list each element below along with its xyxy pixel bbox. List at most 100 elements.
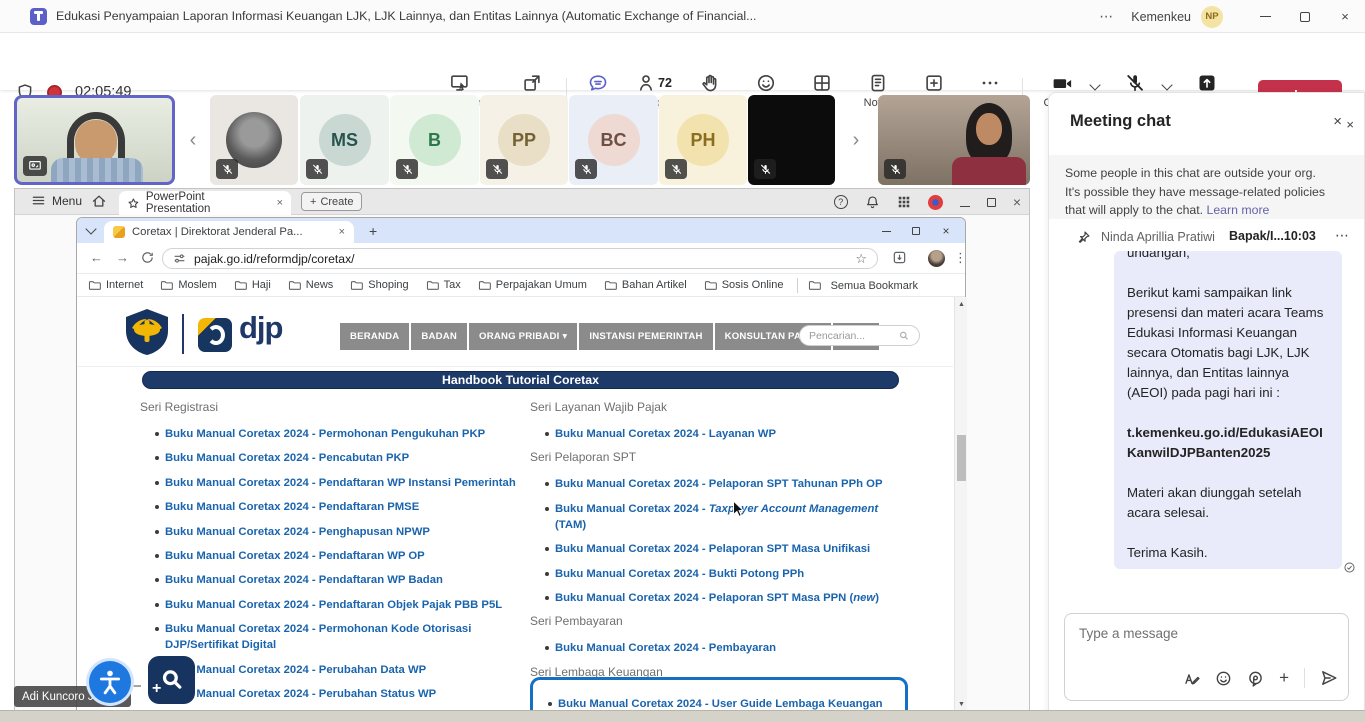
scroll-participants-right-button[interactable]: ›: [846, 124, 866, 156]
bookmark-folder[interactable]: Haji: [234, 279, 271, 292]
browser-menu-kebab-icon[interactable]: ⋮: [954, 250, 967, 266]
address-bar[interactable]: pajak.go.id/reformdjp/coretax/ ☆: [162, 248, 878, 269]
manual-link[interactable]: Buku Manual Coretax 2024 - Bukti Potong …: [555, 566, 912, 582]
manual-link[interactable]: Buku Manual Coretax 2024 - Pendaftaran O…: [165, 597, 522, 613]
site-search-input[interactable]: Pencarian...: [799, 325, 920, 346]
send-icon[interactable]: [1320, 669, 1338, 687]
main-speaker-video[interactable]: [14, 95, 175, 185]
participant-tile[interactable]: MS: [300, 95, 389, 185]
message-link[interactable]: t.kemenkeu.go.id/EdukasiAEOIKanwilDJPBan…: [1127, 423, 1329, 463]
app-restore-button[interactable]: [987, 194, 996, 210]
participant-tile[interactable]: PP: [480, 95, 568, 185]
manual-link[interactable]: Buku Manual Coretax 2024 - Pembayaran: [555, 640, 912, 656]
collapse-widget-icon[interactable]: ^: [163, 698, 168, 709]
site-nav-button[interactable]: ORANG PRIBADI ▾: [469, 323, 577, 350]
browser-profile-avatar[interactable]: [928, 250, 945, 267]
create-button[interactable]: +Create: [301, 192, 362, 211]
manual-link[interactable]: Buku Manual Coretax 2024 - Permohonan Pe…: [165, 426, 522, 442]
browser-tab[interactable]: Coretax | Direktorat Jenderal Pa... ×: [104, 221, 354, 243]
tab-close-icon[interactable]: ×: [277, 197, 283, 209]
manual-link[interactable]: Buku Manual Coretax 2024 - Pelaporan SPT…: [555, 590, 912, 606]
app-menu-button[interactable]: Menu: [31, 193, 82, 208]
site-nav-button[interactable]: INSTANSI PEMERINTAH: [579, 323, 712, 350]
bookmark-folder[interactable]: News: [288, 279, 334, 292]
app-minimize-button[interactable]: [960, 194, 970, 210]
maximize-button[interactable]: [1285, 0, 1325, 33]
emoji-icon[interactable]: [1215, 670, 1232, 687]
manual-link[interactable]: Buku Manual Coretax 2024 - Pendaftaran P…: [165, 499, 522, 515]
camera-options-chevron-icon[interactable]: [1089, 79, 1100, 90]
bookmark-folder[interactable]: Perpajakan Umum: [478, 279, 587, 292]
site-nav-button[interactable]: BADAN: [411, 323, 467, 350]
bookmark-folder[interactable]: Bahan Artikel: [604, 279, 687, 292]
browser-restore-button[interactable]: [907, 222, 925, 240]
manual-link[interactable]: Buku Manual Coretax 2024 - Pelaporan SPT…: [555, 541, 912, 557]
scroll-down-icon[interactable]: ▼: [955, 701, 968, 708]
participant-tile[interactable]: BC: [569, 95, 658, 185]
participant-tile[interactable]: B: [390, 95, 479, 185]
zoom-in-button[interactable]: +: [152, 680, 161, 698]
bookmark-folder[interactable]: Moslem: [160, 279, 217, 292]
browser-close-button[interactable]: ×: [937, 222, 955, 240]
close-button[interactable]: ×: [1325, 0, 1365, 33]
manual-link[interactable]: Buku Manual Coretax 2024 - Pelaporan SPT…: [555, 476, 912, 492]
browser-app-icon[interactable]: [928, 195, 943, 210]
manual-link[interactable]: Buku Manual Coretax 2024 - Penghapusan N…: [165, 524, 522, 540]
manual-link[interactable]: Buku Manual Coretax 2024 - Pendaftaran W…: [165, 548, 522, 564]
page-scrollbar[interactable]: ▲ ▼: [954, 297, 967, 712]
all-bookmarks-button[interactable]: Semua Bookmark: [797, 278, 932, 293]
user-avatar[interactable]: NP: [1201, 6, 1223, 28]
bookmark-folder[interactable]: Internet: [88, 279, 143, 292]
manual-link[interactable]: Buku Manual Coretax 2024 - Layanan WP: [555, 426, 912, 442]
manual-link[interactable]: Buku Manual Coretax 2024 - Pendaftaran W…: [165, 572, 522, 588]
tab-close-icon[interactable]: ×: [339, 226, 345, 238]
bookmark-folder[interactable]: Tax: [426, 279, 461, 292]
app-tab[interactable]: PowerPoint Presentation ×: [119, 191, 291, 215]
help-icon[interactable]: ?: [834, 195, 848, 209]
titlebar-more-icon[interactable]: ⋯: [1091, 8, 1121, 25]
participant-video[interactable]: [878, 95, 1030, 185]
message-clipped-line: undangan,: [1127, 251, 1329, 263]
learn-more-link[interactable]: Learn more: [1207, 203, 1270, 217]
app-close-button[interactable]: ×: [1013, 194, 1021, 210]
manual-link[interactable]: Buku Manual Coretax 2024 - Pencabutan PK…: [165, 450, 522, 466]
share-icon: [1197, 73, 1217, 93]
reload-icon[interactable]: [140, 250, 155, 265]
browser-minimize-button[interactable]: [877, 222, 895, 240]
site-nav-button[interactable]: BERANDA: [340, 323, 409, 350]
manual-link[interactable]: Buku Manual Coretax 2024 - Perubahan Dat…: [165, 662, 522, 678]
manual-link[interactable]: Buku Manual Coretax 2024 - Taxpayer Acco…: [555, 501, 912, 533]
accessibility-widget-button[interactable]: [86, 658, 134, 706]
notice-close-icon[interactable]: ×: [1346, 117, 1354, 132]
scroll-up-icon[interactable]: ▲: [955, 301, 968, 308]
message-options-icon[interactable]: ⋯: [1335, 227, 1350, 244]
scroll-participants-left-button[interactable]: ‹: [183, 124, 203, 156]
participant-tile-camera-off[interactable]: [748, 95, 835, 185]
mic-options-chevron-icon[interactable]: [1161, 79, 1172, 90]
message-compose-box[interactable]: Type a message +: [1064, 613, 1349, 701]
back-icon[interactable]: ←: [90, 250, 103, 265]
bookmark-folder[interactable]: Shoping: [350, 279, 408, 292]
bookmark-star-icon[interactable]: ☆: [855, 251, 867, 267]
forward-icon[interactable]: →: [116, 250, 129, 265]
scrollbar-thumb[interactable]: [957, 435, 966, 481]
zoom-out-button[interactable]: −: [133, 678, 142, 695]
participant-tile[interactable]: PH: [659, 95, 747, 185]
new-tab-button[interactable]: +: [369, 223, 377, 239]
attach-plus-icon[interactable]: +: [1279, 668, 1289, 688]
save-page-icon[interactable]: [892, 250, 907, 265]
manual-link[interactable]: Buku Manual Coretax 2024 - Permohonan Ko…: [165, 621, 522, 653]
site-info-icon[interactable]: [173, 252, 186, 265]
manual-link[interactable]: Buku Manual Coretax 2024 - Perubahan Sta…: [165, 686, 522, 702]
app-home-button[interactable]: [91, 193, 107, 209]
format-icon[interactable]: [1183, 670, 1200, 687]
minimize-button[interactable]: [1245, 0, 1285, 33]
notifications-bell-icon[interactable]: [865, 195, 880, 210]
chat-panel-close-icon[interactable]: ×: [1333, 113, 1342, 130]
participant-tile[interactable]: [210, 95, 298, 185]
manual-link[interactable]: Buku Manual Coretax 2024 - Pendaftaran W…: [165, 475, 522, 491]
bookmark-folder[interactable]: Sosis Online: [704, 279, 784, 292]
app-grid-icon[interactable]: [897, 195, 911, 209]
gif-sticker-icon[interactable]: [1247, 670, 1264, 687]
tab-search-chevron-icon[interactable]: [85, 223, 96, 234]
